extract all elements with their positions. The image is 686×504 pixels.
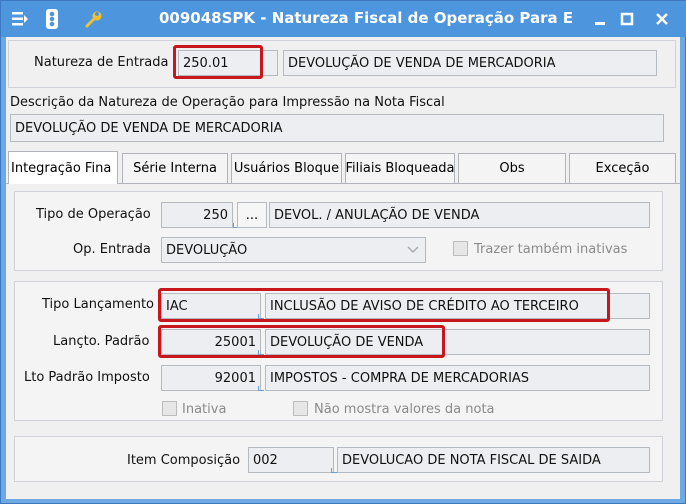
tab-filiais-bloqueadas[interactable]: Filiais Bloqueada [345, 153, 455, 183]
lto-padrao-imposto-desc-field: IMPOSTOS - COMPRA DE MERCADORIAS [265, 365, 650, 391]
op-entrada-value: DEVOLUÇÃO [166, 242, 248, 258]
inativa-label: Inativa [182, 402, 227, 417]
tab-serie-interna[interactable]: Série Interna [122, 153, 228, 183]
trazer-inativas-label: Trazer também inativas [474, 242, 628, 257]
wrench-icon[interactable] [81, 8, 103, 30]
item-composicao-desc-field: DEVOLUCAO DE NOTA FISCAL DE SAIDA [337, 447, 650, 473]
item-composicao-code-field[interactable]: 002 [248, 447, 334, 473]
tipo-operacao-code-field[interactable]: 250 [161, 202, 233, 228]
highlight-lancto-padrao [158, 325, 445, 358]
lto-padrao-imposto-label: Lto Padrão Imposto [24, 370, 150, 385]
highlight-natureza-code [173, 45, 263, 79]
lancto-padrao-label: Lançto. Padrão [53, 334, 150, 349]
tipo-operacao-desc-field: DEVOL. / ANULAÇÃO DE VENDA [269, 202, 650, 228]
nao-mostra-valores-label: Não mostra valores da nota [314, 402, 495, 417]
window: 009048SPK - Natureza Fiscal de Operação … [0, 0, 686, 504]
minimize-icon[interactable] [588, 7, 612, 31]
natureza-label: Natureza de Entrada [34, 55, 169, 70]
lookup-marker-icon [258, 386, 264, 391]
tipo-lancamento-label: Tipo Lançamento [42, 297, 155, 312]
close-icon[interactable] [650, 7, 674, 31]
inativa-checkbox[interactable] [162, 401, 177, 416]
tab-obs[interactable]: Obs [458, 153, 566, 183]
traffic-light-icon[interactable] [41, 8, 63, 30]
tipo-operacao-lookup-button[interactable]: ... [237, 202, 267, 228]
tab-integracao[interactable]: Integração Fina [8, 151, 118, 184]
descricao-label: Descrição da Natureza de Operação para I… [10, 95, 445, 110]
menu-icon[interactable] [9, 8, 31, 30]
chevron-down-icon[interactable] [403, 240, 423, 260]
highlight-tipo-lancamento [158, 288, 610, 322]
op-entrada-label: Op. Entrada [73, 242, 151, 257]
descricao-field[interactable]: DEVOLUÇÃO DE VENDA DE MERCADORIA [10, 114, 664, 142]
lto-padrao-imposto-code-field[interactable]: 92001 [161, 365, 261, 391]
trazer-inativas-checkbox[interactable] [453, 241, 468, 256]
nao-mostra-valores-checkbox[interactable] [293, 401, 308, 416]
tipo-operacao-label: Tipo de Operação [36, 207, 151, 222]
item-composicao-label: Item Composição [127, 453, 241, 468]
form-client-area: Natureza de Entrada 250.01 DEVOLUÇÃO DE … [6, 37, 680, 499]
op-entrada-select[interactable]: DEVOLUÇÃO [161, 237, 426, 263]
title-bar: 009048SPK - Natureza Fiscal de Operação … [1, 1, 686, 37]
natureza-desc-field: DEVOLUÇÃO DE VENDA DE MERCADORIA [283, 50, 657, 76]
tab-usuarios-bloqueados[interactable]: Usuários Bloque [231, 153, 342, 183]
window-title: 009048SPK - Natureza Fiscal de Operação … [159, 9, 574, 27]
maximize-icon[interactable] [615, 7, 639, 31]
tab-excecao[interactable]: Exceção [569, 153, 676, 183]
